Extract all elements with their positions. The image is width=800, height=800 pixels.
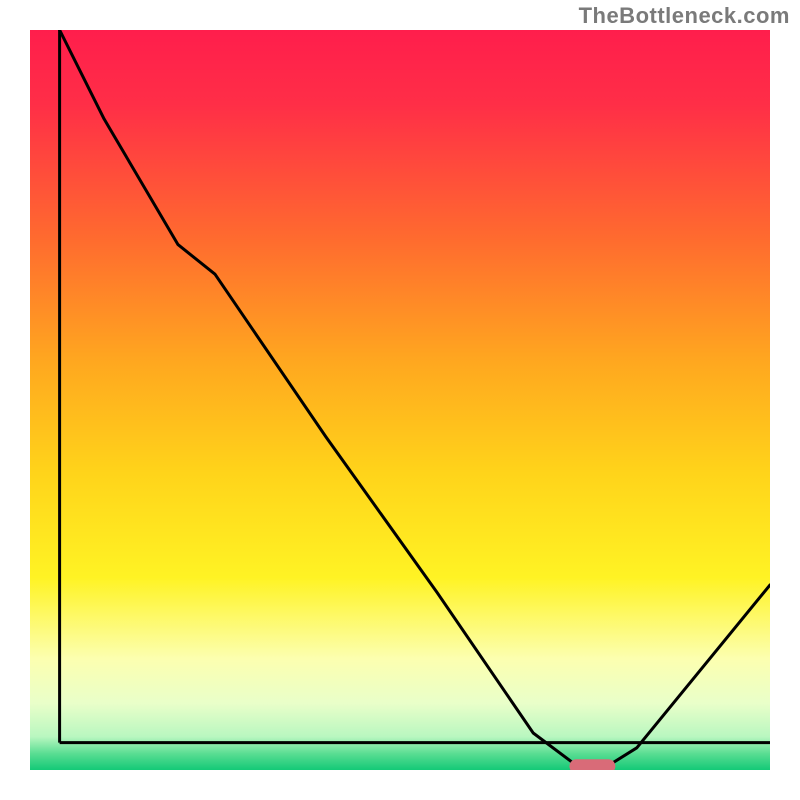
bottleneck-chart xyxy=(0,0,800,800)
plot-background-gradient xyxy=(30,30,770,770)
watermark-text: TheBottleneck.com xyxy=(579,3,790,29)
chart-container: TheBottleneck.com xyxy=(0,0,800,800)
optimal-marker xyxy=(569,759,615,773)
